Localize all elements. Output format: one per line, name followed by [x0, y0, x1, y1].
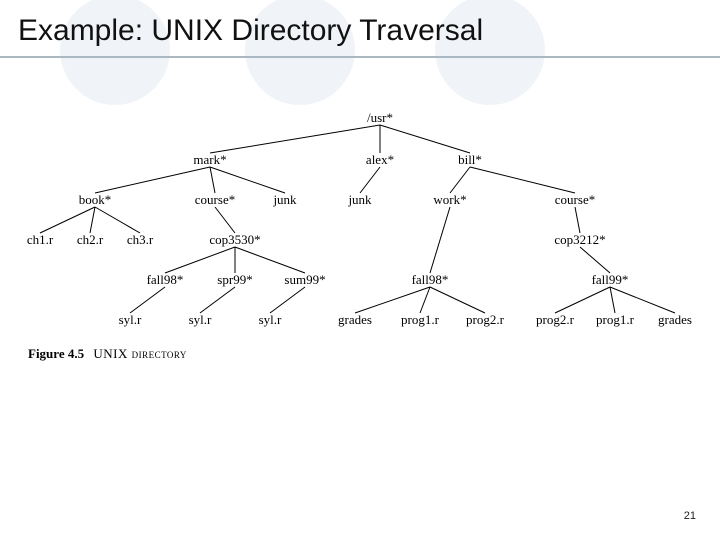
tree-node-prog2B: prog2.r	[536, 312, 574, 328]
tree-node-ch2: ch2.r	[77, 232, 103, 248]
tree-node-fall98b: fall98*	[412, 272, 449, 288]
tree-node-alex: alex*	[366, 152, 394, 168]
tree-node-prog1B: prog1.r	[596, 312, 634, 328]
tree-node-work: work*	[433, 192, 466, 208]
tree-node-syl3: syl.r	[259, 312, 282, 328]
tree-node-cop3530: cop3530*	[209, 232, 260, 248]
tree-node-gradesA: grades	[338, 312, 372, 328]
tree-node-ch1: ch1.r	[27, 232, 53, 248]
tree-node-fall99: fall99*	[592, 272, 629, 288]
tree-node-mark: mark*	[193, 152, 226, 168]
tree-node-root: /usr*	[367, 110, 393, 126]
tree-node-spr99: spr99*	[217, 272, 252, 288]
tree-node-syl2: syl.r	[189, 312, 212, 328]
slide-title: Example: UNIX Directory Traversal	[18, 14, 483, 48]
tree-node-prog1A: prog1.r	[401, 312, 439, 328]
tree-node-ch3: ch3.r	[127, 232, 153, 248]
page-number: 21	[684, 510, 696, 522]
tree-node-gradesB: grades	[658, 312, 692, 328]
figure-number: Figure 4.5	[28, 346, 84, 361]
tree-node-junk2: junk	[348, 192, 371, 208]
title-underline	[0, 56, 720, 58]
tree-node-sum99: sum99*	[284, 272, 325, 288]
tree-node-course2: course*	[555, 192, 595, 208]
tree-node-fall98a: fall98*	[147, 272, 184, 288]
figure-text: UNIX directory	[93, 346, 187, 361]
tree-node-prog2A: prog2.r	[466, 312, 504, 328]
tree-node-syl1: syl.r	[119, 312, 142, 328]
tree-node-course1: course*	[195, 192, 235, 208]
tree-node-cop3212: cop3212*	[554, 232, 605, 248]
tree-node-bill: bill*	[458, 152, 482, 168]
tree-node-book: book*	[79, 192, 112, 208]
figure-caption: Figure 4.5 UNIX directory	[28, 346, 187, 362]
tree-node-junk1: junk	[273, 192, 296, 208]
